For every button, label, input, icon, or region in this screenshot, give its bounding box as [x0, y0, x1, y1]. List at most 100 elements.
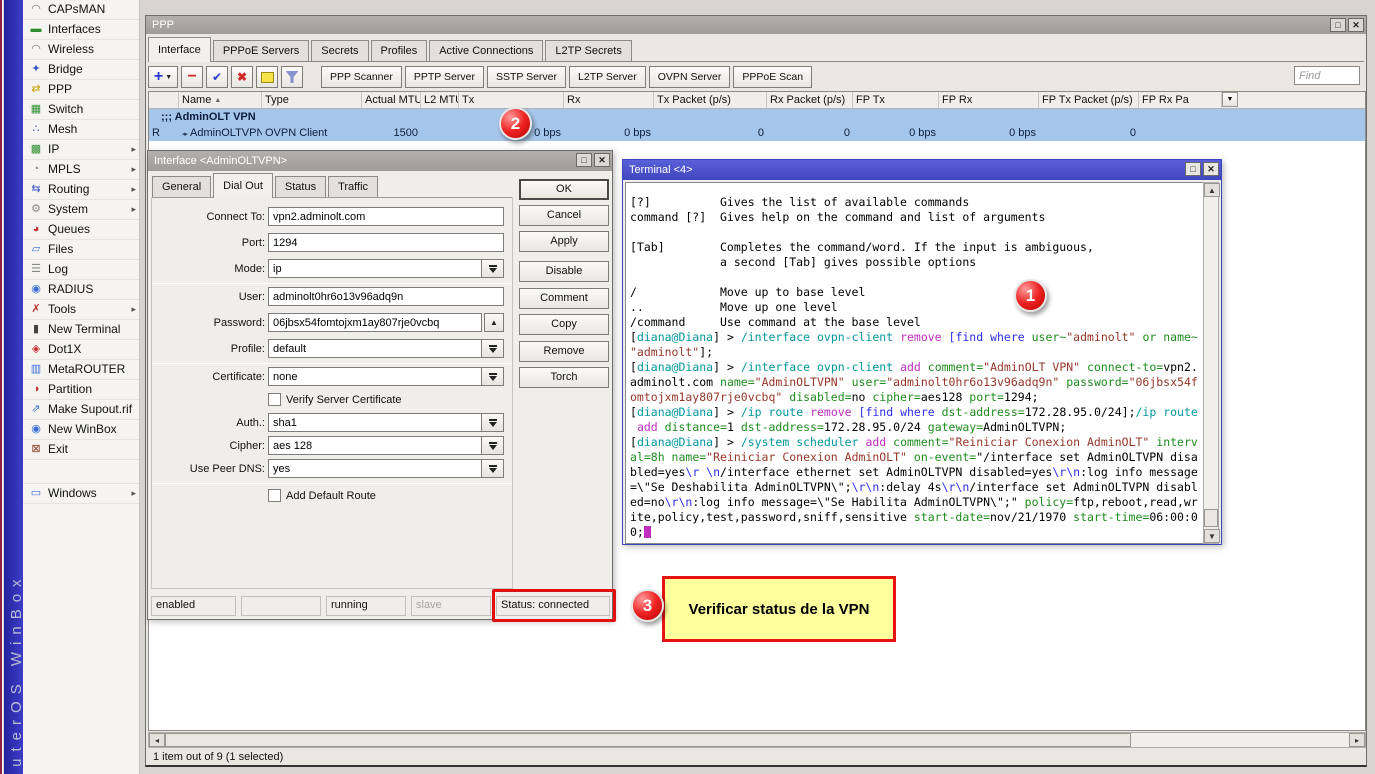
sidebar-item-make-supout-rif[interactable]: ⇗Make Supout.rif: [23, 400, 139, 420]
dialog-tab-status[interactable]: Status: [275, 176, 326, 198]
terminal-scrollbar[interactable]: ▲ ▼: [1203, 182, 1219, 544]
field-input-password[interactable]: [268, 313, 482, 332]
scrollbar-track[interactable]: [1131, 733, 1349, 747]
column-header-fp-rx[interactable]: FP Rx: [939, 92, 1039, 108]
column-header-name[interactable]: Name▲: [179, 92, 262, 108]
dialog-titlebar[interactable]: Interface <AdminOLTVPN> □ ✕: [148, 151, 612, 171]
column-header-fp-rx-pa[interactable]: FP Rx Pa: [1139, 92, 1222, 108]
sidebar-item-system[interactable]: ⚙System▸: [23, 200, 139, 220]
sidebar-item-tools[interactable]: ✗Tools▸: [23, 300, 139, 320]
column-header-fp-tx-packet-p-s[interactable]: FP Tx Packet (p/s): [1039, 92, 1139, 108]
scroll-right-icon[interactable]: ▸: [1349, 733, 1365, 747]
sidebar-item-dot1x[interactable]: ◈Dot1X: [23, 340, 139, 360]
add-button[interactable]: +▼: [148, 66, 178, 88]
column-header-type[interactable]: Type: [262, 92, 362, 108]
apply-button[interactable]: Apply: [519, 231, 609, 252]
tab-pppoe-servers[interactable]: PPPoE Servers: [213, 40, 309, 62]
sidebar-item-mpls[interactable]: ◔MPLS▸: [23, 160, 139, 180]
terminal-content[interactable]: [?] Gives the list of available commands…: [625, 182, 1205, 544]
dialog-tab-dial-out[interactable]: Dial Out: [213, 173, 273, 198]
toolbar-button-ovpn-server[interactable]: OVPN Server: [649, 66, 731, 88]
close-icon[interactable]: ✕: [1348, 18, 1364, 32]
horizontal-scrollbar[interactable]: ◂ ▸: [148, 732, 1366, 748]
toolbar-button-ppp-scanner[interactable]: PPP Scanner: [321, 66, 402, 88]
sidebar-item-new-terminal[interactable]: ▮New Terminal: [23, 320, 139, 340]
field-input-cipher[interactable]: [268, 436, 482, 455]
copy-button[interactable]: Copy: [519, 314, 609, 335]
scroll-down-icon[interactable]: ▼: [1204, 529, 1220, 543]
maximize-icon[interactable]: □: [576, 153, 592, 167]
sidebar-item-mesh[interactable]: ∴Mesh: [23, 120, 139, 140]
sidebar-item-ppp[interactable]: ⇄PPP: [23, 80, 139, 100]
dropdown-button-cipher[interactable]: [482, 436, 504, 455]
sidebar-item-switch[interactable]: ▦Switch: [23, 100, 139, 120]
sidebar-item-bridge[interactable]: ✦Bridge: [23, 60, 139, 80]
dropdown-button-auth[interactable]: [482, 413, 504, 432]
tab-interface[interactable]: Interface: [148, 37, 211, 62]
ok-button[interactable]: OK: [519, 179, 609, 200]
toolbar-button-sstp-server[interactable]: SSTP Server: [487, 66, 566, 88]
table-row-comment[interactable]: ;;; AdminOLT VPN: [149, 109, 1365, 125]
column-select-icon[interactable]: ▼: [1222, 92, 1238, 107]
cancel-button[interactable]: Cancel: [519, 205, 609, 226]
dropdown-button-mode[interactable]: [482, 259, 504, 278]
tab-secrets[interactable]: Secrets: [311, 40, 368, 62]
maximize-icon[interactable]: □: [1330, 18, 1346, 32]
tab-active-connections[interactable]: Active Connections: [429, 40, 543, 62]
toolbar-button-pppoe-scan[interactable]: PPPoE Scan: [733, 66, 812, 88]
checkbox-add-default-route[interactable]: Add Default Route: [268, 489, 376, 502]
scrollbar-thumb[interactable]: [1204, 509, 1218, 527]
scrollbar-thumb[interactable]: [165, 733, 1131, 747]
disable-button[interactable]: ✖: [231, 66, 253, 88]
dropdown-button-profile[interactable]: [482, 339, 504, 358]
table-row[interactable]: R◂▸AdminOLTVPNOVPN Client15000 bps0 bps0…: [149, 125, 1365, 141]
close-icon[interactable]: ✕: [594, 153, 610, 167]
sidebar-item-files[interactable]: ▱Files: [23, 240, 139, 260]
checkbox-box[interactable]: [268, 489, 281, 502]
column-header-flags[interactable]: [149, 92, 179, 108]
remove-button[interactable]: Remove: [519, 341, 609, 362]
close-icon[interactable]: ✕: [1203, 162, 1219, 176]
column-header-tx[interactable]: Tx: [459, 92, 564, 108]
field-input-use-peer-dns[interactable]: [268, 459, 482, 478]
column-header-rx[interactable]: Rx: [564, 92, 654, 108]
sidebar-item-ip[interactable]: ▩IP▸: [23, 140, 139, 160]
checkbox-verify-server-certificate[interactable]: Verify Server Certificate: [268, 393, 402, 406]
terminal-titlebar[interactable]: Terminal <4> □ ✕: [623, 160, 1221, 180]
sidebar-item-new-winbox[interactable]: ◉New WinBox: [23, 420, 139, 440]
sidebar-item-wireless[interactable]: ◠Wireless: [23, 40, 139, 60]
dropdown-button-use-peer-dns[interactable]: [482, 459, 504, 478]
field-input-connect-to[interactable]: [268, 207, 504, 226]
filter-button[interactable]: [281, 66, 303, 88]
field-input-port[interactable]: [268, 233, 504, 252]
field-input-mode[interactable]: [268, 259, 482, 278]
column-header-rx-packet-p-s[interactable]: Rx Packet (p/s): [767, 92, 853, 108]
column-header-tx-packet-p-s[interactable]: Tx Packet (p/s): [654, 92, 767, 108]
field-input-auth[interactable]: [268, 413, 482, 432]
password-up-button[interactable]: ▲: [484, 313, 504, 332]
dropdown-button-certificate[interactable]: [482, 367, 504, 386]
maximize-icon[interactable]: □: [1185, 162, 1201, 176]
torch-button[interactable]: Torch: [519, 367, 609, 388]
comment-button[interactable]: Comment: [519, 288, 609, 309]
field-input-user[interactable]: [268, 287, 504, 306]
column-header-fp-tx[interactable]: FP Tx: [853, 92, 939, 108]
column-header-l2-mtu[interactable]: L2 MTU: [421, 92, 459, 108]
ppp-titlebar[interactable]: PPP □ ✕: [146, 16, 1366, 34]
scroll-left-icon[interactable]: ◂: [149, 733, 165, 747]
enable-button[interactable]: ✔: [206, 66, 228, 88]
sidebar-item-exit[interactable]: ⊠Exit: [23, 440, 139, 460]
column-header-actual-mtu[interactable]: Actual MTU: [362, 92, 421, 108]
sidebar-item-capsman[interactable]: ◠CAPsMAN: [23, 0, 139, 20]
find-input[interactable]: [1294, 66, 1360, 85]
toolbar-button-pptp-server[interactable]: PPTP Server: [405, 66, 484, 88]
sidebar-item-interfaces[interactable]: ▬Interfaces: [23, 20, 139, 40]
dialog-tab-traffic[interactable]: Traffic: [328, 176, 378, 198]
disable-button[interactable]: Disable: [519, 261, 609, 282]
toolbar-button-l2tp-server[interactable]: L2TP Server: [569, 66, 646, 88]
remove-button[interactable]: −: [181, 66, 203, 88]
dialog-tab-general[interactable]: General: [152, 176, 211, 198]
tab-l2tp-secrets[interactable]: L2TP Secrets: [545, 40, 631, 62]
sidebar-item-routing[interactable]: ⇆Routing▸: [23, 180, 139, 200]
sidebar-item-windows[interactable]: ▭Windows▸: [23, 484, 139, 504]
